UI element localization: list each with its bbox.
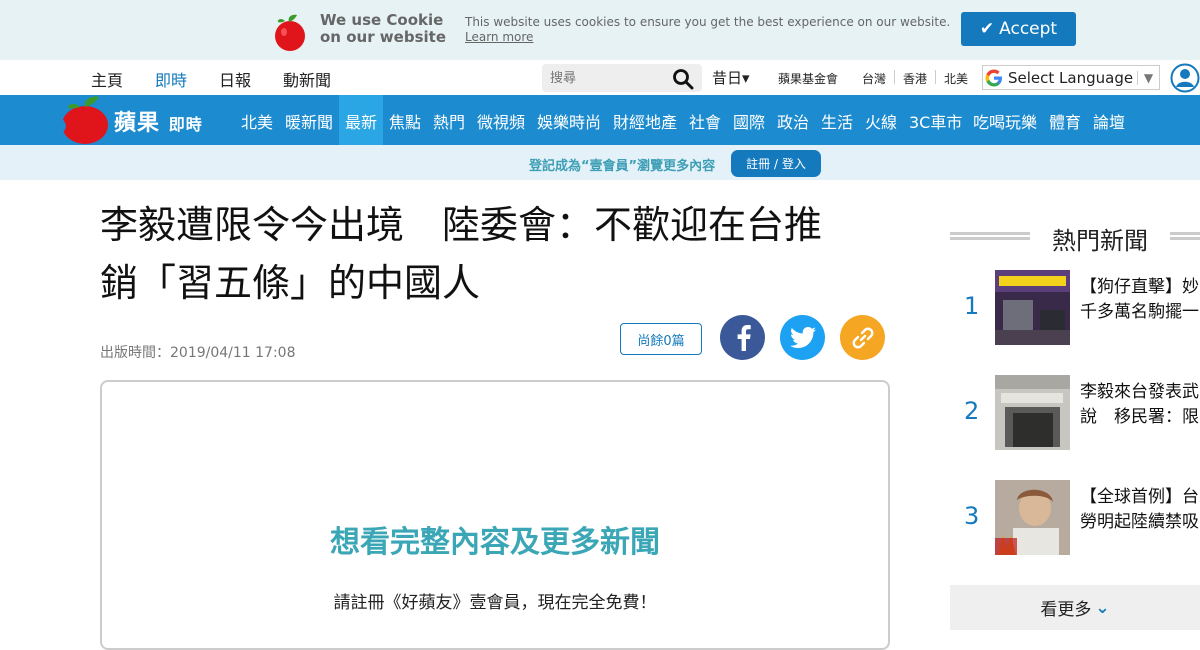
category-item[interactable]: 火線: [865, 109, 897, 133]
region-hongkong[interactable]: 香港: [903, 70, 927, 87]
logo-title: 蘋果: [114, 111, 161, 136]
divider: [935, 70, 936, 84]
logo-text[interactable]: 蘋果 即時: [114, 105, 203, 137]
news-title-line-1: 【狗仔直擊】妙: [1080, 277, 1199, 297]
cookie-message-text: This website uses cookies to ensure you …: [465, 15, 951, 29]
news-title: 【全球首例】台 勞明起陸續禁吸: [1080, 485, 1200, 535]
nav-item-home[interactable]: 主頁: [91, 67, 123, 91]
category-item[interactable]: 北美: [241, 109, 273, 133]
category-item[interactable]: 政治: [777, 109, 809, 133]
see-more-label: 看更多: [1040, 600, 1092, 620]
paywall-box: 想看完整內容及更多新聞 請註冊《好蘋友》壹會員，現在完全免費！: [100, 380, 890, 650]
publish-time: 出版時間：2019/04/11 17:08: [100, 345, 296, 361]
paywall-title: 想看完整內容及更多新聞: [330, 525, 660, 560]
category-item[interactable]: 熱門: [433, 109, 465, 133]
chevron-down-icon: ▼: [1137, 70, 1159, 85]
logo-subtitle: 即時: [168, 115, 203, 134]
category-item[interactable]: 暖新聞: [285, 109, 333, 133]
news-thumbnail: [995, 375, 1070, 450]
see-more-button[interactable]: 看更多 ⌄: [950, 585, 1200, 630]
category-item[interactable]: 財經地產: [613, 109, 677, 133]
news-title-line-2: 千多萬名駒擺一: [1080, 302, 1199, 322]
twitter-icon: [789, 326, 816, 348]
news-title-line-2: 說 移民署：限: [1080, 407, 1199, 427]
category-item[interactable]: 體育: [1049, 109, 1081, 133]
register-prompt: 登記成為“壹會員”瀏覽更多內容: [529, 159, 716, 174]
hot-news-title: 熱門新聞: [1052, 227, 1148, 255]
top-nav: 主頁 即時 日報 動新聞 昔日▾ 蘋果基金會 台灣 香港 北美 Select L…: [0, 60, 1200, 95]
remaining-articles-button[interactable]: 尚餘0篇: [620, 323, 702, 355]
cookie-banner: We use Cookie on our website This websit…: [0, 0, 1200, 60]
cookie-title: We use Cookie on our website: [320, 11, 446, 46]
category-item[interactable]: 3C車市: [909, 109, 962, 133]
apple-logo-icon: [275, 14, 305, 51]
divider: [894, 70, 895, 84]
divider: [950, 232, 1030, 240]
chevron-down-icon: ⌄: [1095, 597, 1110, 618]
nav-item-animated-news[interactable]: 動新聞: [283, 67, 331, 91]
search-input[interactable]: [550, 68, 670, 88]
news-title-line-2: 勞明起陸續禁吸: [1080, 512, 1199, 532]
register-login-button[interactable]: 註冊 / 登入: [731, 150, 821, 177]
news-title: 李毅來台發表武 說 移民署：限: [1080, 380, 1200, 430]
news-title-line-1: 李毅來台發表武: [1080, 382, 1199, 402]
news-title-line-1: 【全球首例】台: [1080, 487, 1199, 507]
copy-link-button[interactable]: [840, 315, 885, 360]
hot-news-item[interactable]: 2 李毅來台發表武 說 移民署：限: [950, 375, 1200, 450]
category-item[interactable]: 國際: [733, 109, 765, 133]
category-item[interactable]: 微視頻: [477, 109, 525, 133]
hot-news-item[interactable]: 3 【全球首例】台 勞明起陸續禁吸: [950, 480, 1200, 555]
accept-cookie-button[interactable]: ✔ Accept: [961, 12, 1076, 46]
search-box: [542, 64, 702, 92]
check-icon: ✔: [979, 19, 995, 39]
news-thumbnail: [995, 480, 1070, 555]
search-icon[interactable]: [672, 68, 694, 90]
google-icon: [985, 69, 1002, 86]
headline-line-2: 銷「習五條」的中國人: [100, 261, 481, 305]
foundation-link[interactable]: 蘋果基金會: [778, 70, 838, 87]
paywall-subtitle: 請註冊《好蘋友》壹會員，現在完全免費！: [333, 593, 657, 613]
hot-news-item[interactable]: 1 【狗仔直擊】妙 千多萬名駒擺一: [950, 270, 1200, 345]
article-headline: 李毅遭限令今出境 陸委會：不歡迎在台推 銷「習五條」的中國人: [100, 196, 890, 312]
news-thumbnail: [995, 270, 1070, 345]
divider: [1170, 232, 1200, 240]
category-item[interactable]: 娛樂時尚: [537, 109, 601, 133]
language-label: Select Language: [1008, 68, 1134, 87]
rank-number: 2: [964, 397, 980, 425]
register-banner: 登記成為“壹會員”瀏覽更多內容 註冊 / 登入: [0, 145, 1200, 180]
rank-number: 1: [964, 292, 980, 320]
cookie-message: This website uses cookies to ensure you …: [465, 15, 950, 44]
twitter-share-button[interactable]: [780, 315, 825, 360]
rank-number: 3: [964, 502, 980, 530]
archive-dropdown[interactable]: 昔日▾: [712, 67, 750, 88]
category-item[interactable]: 論壇: [1093, 109, 1125, 133]
category-item[interactable]: 焦點: [389, 109, 421, 133]
user-icon[interactable]: [1170, 63, 1200, 93]
category-item[interactable]: 社會: [689, 109, 721, 133]
hot-news-header: 熱門新聞: [950, 218, 1200, 255]
learn-more-link[interactable]: Learn more: [465, 30, 533, 44]
region-north-america[interactable]: 北美: [944, 70, 968, 87]
language-select[interactable]: Select Language ▼: [982, 65, 1160, 90]
headline-line-1: 李毅遭限令今出境 陸委會：不歡迎在台推: [100, 203, 823, 247]
facebook-icon: [737, 324, 751, 351]
region-taiwan[interactable]: 台灣: [862, 70, 886, 87]
link-icon: [852, 327, 873, 348]
category-bar: 蘋果 即時 北美 暖新聞 最新 焦點 熱門 微視頻 娛樂時尚 財經地產 社會 國…: [0, 95, 1200, 145]
news-title: 【狗仔直擊】妙 千多萬名駒擺一: [1080, 275, 1200, 325]
apple-daily-logo-icon[interactable]: [58, 93, 110, 145]
nav-item-daily[interactable]: 日報: [219, 67, 251, 91]
facebook-share-button[interactable]: [720, 315, 765, 360]
category-item[interactable]: 生活: [821, 109, 853, 133]
category-item-active[interactable]: 最新: [339, 95, 384, 145]
accept-label: Accept: [999, 19, 1058, 39]
nav-item-realtime[interactable]: 即時: [155, 67, 187, 91]
category-item[interactable]: 吃喝玩樂: [973, 109, 1037, 133]
